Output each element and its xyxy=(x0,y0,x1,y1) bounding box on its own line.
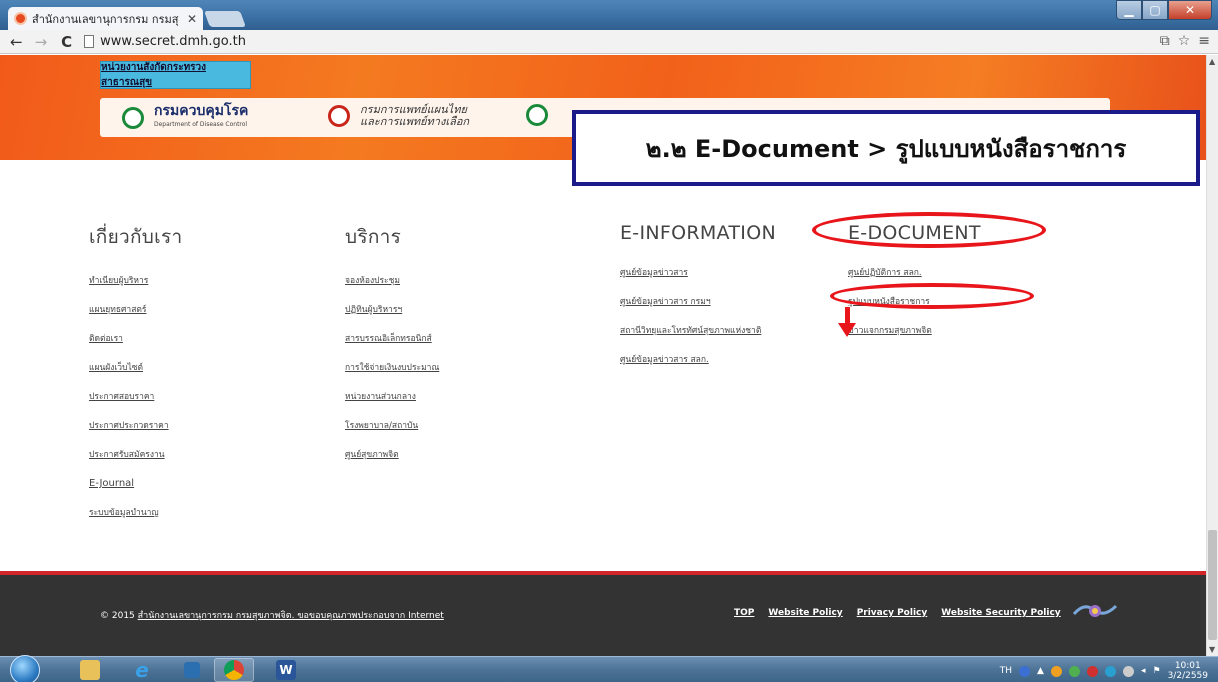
column-services: บริการ จองห้องประชุม ปฏิทินผู้บริหารฯ สา… xyxy=(345,222,439,477)
web-page: หน่วยงานสังกัดกระทรวงสาธารณสุข กรมควบคุม… xyxy=(0,55,1206,656)
system-clock[interactable]: 10:01 3/2/2559 xyxy=(1168,661,1208,681)
footer-copyright: © 2015 สำนักงานเลขานุการกรม กรมสุขภาพจิต… xyxy=(100,611,444,621)
taskbar-chrome[interactable] xyxy=(214,658,254,682)
agency-tab[interactable]: หน่วยงานสังกัดกระทรวงสาธารณสุข xyxy=(100,61,251,89)
browser-toolbar: ← → C www.secret.dmh.go.th ⧉ ☆ ≡ xyxy=(0,30,1218,54)
word-icon: W xyxy=(276,660,296,680)
taskbar-word[interactable]: W xyxy=(266,658,306,682)
scrollbar-thumb[interactable] xyxy=(1208,530,1217,640)
taskbar-explorer[interactable] xyxy=(70,658,110,682)
volume-icon[interactable]: ◂ xyxy=(1141,666,1146,676)
org-name: กรมการแพทย์แผนไทย และการแพทย์ทางเลือก xyxy=(360,103,470,128)
dtam-seal-icon xyxy=(328,105,350,127)
column-heading: บริการ xyxy=(345,226,402,248)
link-item[interactable]: แผนยุทธศาสตร์ xyxy=(89,303,182,332)
footer-badge-icon xyxy=(1072,604,1118,617)
start-button[interactable] xyxy=(10,655,40,682)
footer-link-top[interactable]: TOP xyxy=(734,608,754,618)
back-arrow-icon[interactable]: ← xyxy=(10,33,23,51)
maximize-button[interactable]: ▢ xyxy=(1142,0,1168,20)
link-item[interactable]: ศูนย์สุขภาพจิต xyxy=(345,448,439,477)
link-item[interactable]: ระบบข้อมูลบำนาญ xyxy=(89,506,182,535)
tray-network-icon[interactable] xyxy=(1068,665,1080,677)
highlight-oval-link xyxy=(830,283,1034,309)
taskbar-ie[interactable]: e xyxy=(122,658,162,682)
link-item[interactable]: สารบรรณอิเล็กทรอนิกส์ xyxy=(345,332,439,361)
folder-icon xyxy=(80,660,100,680)
org-ddc[interactable]: กรมควบคุมโรค Department of Disease Contr… xyxy=(122,104,248,132)
column-heading: E-INFORMATION xyxy=(620,222,776,244)
footer-link-website-policy[interactable]: Website Policy xyxy=(768,608,842,618)
footer-link-security-policy[interactable]: Website Security Policy xyxy=(941,608,1060,618)
link-item[interactable]: ศูนย์ข้อมูลข่าวสาร xyxy=(620,266,776,295)
link-item[interactable]: ประกาศสอบราคา xyxy=(89,390,182,419)
column-heading: เกี่ยวกับเรา xyxy=(89,226,183,248)
scroll-up-icon[interactable]: ▲ xyxy=(1209,57,1215,66)
menu-icon[interactable]: ≡ xyxy=(1198,33,1210,49)
org-dtam[interactable]: กรมการแพทย์แผนไทย และการแพทย์ทางเลือก xyxy=(328,104,480,128)
link-item[interactable]: แผนผังเว็บไซต์ xyxy=(89,361,182,390)
system-tray: TH ▲ ◂ ⚑ 10:01 3/2/2559 xyxy=(1000,661,1208,681)
link-item[interactable]: สถานีวิทยุและโทรทัศน์สุขภาพแห่งชาติ xyxy=(620,324,776,353)
link-item[interactable]: ทำเนียบผู้บริหาร xyxy=(89,274,182,303)
browser-tab[interactable]: สำนักงานเลขานุการกรม กรมสุ ✕ xyxy=(8,7,203,30)
link-item[interactable]: ประกาศประกวดราคา xyxy=(89,419,182,448)
link-item[interactable]: ติดต่อเรา xyxy=(89,332,182,361)
annotation-arrow-down-icon xyxy=(838,323,856,337)
tray-expand-icon[interactable]: ▲ xyxy=(1037,666,1044,676)
os-taskbar: e W TH ▲ ◂ ⚑ 10:01 3/2/2559 xyxy=(0,655,1218,682)
help-icon[interactable] xyxy=(1019,665,1031,677)
moph-seal-icon xyxy=(526,104,548,126)
link-item[interactable]: E-Journal xyxy=(89,477,182,506)
link-item[interactable]: โรงพยาบาล/สถาบัน xyxy=(345,419,439,448)
link-item[interactable]: จองห้องประชุม xyxy=(345,274,439,303)
org-name: กรมควบคุมโรค Department of Disease Contr… xyxy=(154,103,249,128)
media-player-icon xyxy=(184,662,200,678)
address-bar[interactable]: www.secret.dmh.go.th xyxy=(84,34,246,49)
annotation-callout: ๒.๒ E-Document > รูปแบบหนังสือราชการ xyxy=(572,110,1200,186)
close-tab-icon[interactable]: ✕ xyxy=(187,12,197,26)
internet-explorer-icon: e xyxy=(135,658,149,682)
chrome-icon xyxy=(224,660,244,680)
footer-copyright-link[interactable]: สำนักงานเลขานุการกรม กรมสุขภาพจิต. ขอขอบ… xyxy=(138,611,444,621)
taskbar-media[interactable] xyxy=(172,658,212,682)
page-icon xyxy=(84,35,95,48)
column-e-information: E-INFORMATION ศูนย์ข้อมูลข่าวสาร ศูนย์ข้… xyxy=(620,222,776,382)
highlight-oval-heading xyxy=(812,212,1046,248)
footer-link-privacy-policy[interactable]: Privacy Policy xyxy=(857,608,928,618)
url-text: www.secret.dmh.go.th xyxy=(100,34,246,49)
tab-title: สำนักงานเลขานุการกรม กรมสุ xyxy=(32,12,179,26)
column-about: เกี่ยวกับเรา ทำเนียบผู้บริหาร แผนยุทธศาส… xyxy=(89,222,182,535)
minimize-button[interactable]: ▁ xyxy=(1116,0,1142,20)
window-controls: ▁ ▢ ✕ xyxy=(1116,0,1212,20)
forward-arrow-icon[interactable]: → xyxy=(35,33,48,51)
translate-icon[interactable]: ⧉ xyxy=(1160,33,1170,49)
toolbar-right: ⧉ ☆ ≡ xyxy=(1160,33,1210,49)
link-item[interactable]: ศูนย์ข้อมูลข่าวสาร กรมฯ xyxy=(620,295,776,324)
action-center-flag-icon[interactable]: ⚑ xyxy=(1153,666,1161,676)
site-favicon-icon xyxy=(14,12,27,25)
tray-display-icon[interactable] xyxy=(1122,665,1134,677)
footer-links: TOP Website Policy Privacy Policy Websit… xyxy=(734,608,1061,618)
close-window-button[interactable]: ✕ xyxy=(1168,0,1212,20)
tray-sync-icon[interactable] xyxy=(1104,665,1116,677)
bookmark-star-icon[interactable]: ☆ xyxy=(1178,33,1191,49)
ddc-seal-icon xyxy=(122,107,144,129)
page-scrollbar[interactable]: ▲ ▼ xyxy=(1206,55,1218,656)
link-item[interactable]: ศูนย์ข้อมูลข่าวสาร สลก. xyxy=(620,353,776,382)
new-tab-button[interactable] xyxy=(204,11,246,27)
scroll-down-icon[interactable]: ▼ xyxy=(1209,645,1215,654)
reload-icon[interactable]: C xyxy=(61,33,72,51)
link-item[interactable]: ข่าวแจกกรมสุขภาพจิต xyxy=(848,324,981,353)
tray-security-icon[interactable] xyxy=(1086,665,1098,677)
tray-app-icon[interactable] xyxy=(1050,665,1062,677)
link-item[interactable]: หน่วยงานส่วนกลาง xyxy=(345,390,439,419)
page-footer: © 2015 สำนักงานเลขานุการกรม กรมสุขภาพจิต… xyxy=(0,575,1206,656)
org-third[interactable] xyxy=(526,104,558,126)
link-item[interactable]: ประกาศรับสมัครงาน xyxy=(89,448,182,477)
link-item[interactable]: ปฏิทินผู้บริหารฯ xyxy=(345,303,439,332)
link-item[interactable]: การใช้จ่ายเงินงบประมาณ xyxy=(345,361,439,390)
browser-tab-bar: สำนักงานเลขานุการกรม กรมสุ ✕ ▁ ▢ ✕ xyxy=(0,0,1218,30)
language-indicator[interactable]: TH xyxy=(1000,666,1012,676)
